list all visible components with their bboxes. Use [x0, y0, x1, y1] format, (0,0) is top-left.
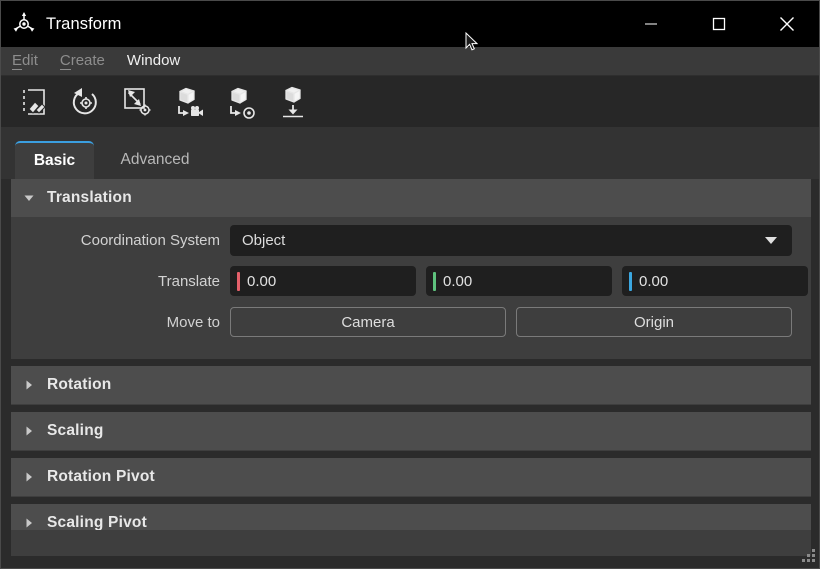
title-bar: Transform	[1, 1, 819, 47]
menu-item-edit[interactable]: Edit	[1, 47, 49, 75]
coordination-system-label: Coordination System	[80, 231, 220, 249]
menu-item-window[interactable]: Window	[116, 47, 191, 75]
menu-bar: Edit Create Window	[1, 47, 819, 76]
coordination-system-value: Object	[242, 231, 286, 249]
rotate-about-pivot-icon	[72, 87, 97, 114]
translate-z-value: 0.00	[639, 272, 669, 290]
section-divider	[11, 497, 811, 504]
section-divider	[11, 359, 811, 366]
scale-about-pivot-icon	[124, 87, 151, 115]
section-header-rotation[interactable]: Rotation	[11, 366, 811, 404]
toolbar	[1, 76, 819, 127]
move-to-camera-button[interactable]: Camera	[230, 307, 506, 337]
window-title: Transform	[46, 14, 122, 33]
close-icon	[780, 17, 794, 31]
tab-basic-label: Basic	[33, 152, 76, 169]
row-coordination-system: Coordination System Object	[11, 224, 811, 256]
minimize-icon	[645, 23, 657, 25]
move-to-origin-button[interactable]: Origin	[516, 307, 792, 337]
section-title-rotation: Rotation	[47, 376, 112, 393]
coordination-system-select[interactable]: Object	[230, 224, 792, 256]
chevron-right-icon	[11, 516, 47, 530]
mirror-transform-icon	[23, 88, 46, 115]
chevron-right-icon	[11, 424, 47, 438]
tab-strip: Basic Advanced	[1, 127, 819, 179]
minimize-button[interactable]	[617, 1, 685, 47]
toolbar-button-move-to-camera[interactable]	[163, 80, 215, 124]
section-body-translation: Coordination System Object Translate 0.0…	[11, 218, 811, 359]
section-title-translation: Translation	[47, 189, 132, 206]
drop-object-icon	[283, 86, 303, 117]
chevron-down-icon	[764, 225, 778, 256]
toolbar-button-rotate[interactable]	[59, 80, 111, 124]
toolbar-button-move-to-origin[interactable]	[215, 80, 267, 124]
translate-x-value: 0.00	[247, 272, 277, 290]
transform-window: Transform Edit Create Window Basic Advan…	[0, 0, 820, 569]
section-header-translation[interactable]: Translation	[11, 179, 811, 217]
chevron-right-icon	[11, 378, 47, 392]
section-divider	[11, 451, 811, 458]
properties-panel: Translation Coordination System Object T…	[11, 179, 811, 556]
translate-y-value: 0.00	[443, 272, 473, 290]
toolbar-button-drop-object[interactable]	[267, 80, 319, 124]
tab-basic[interactable]: Basic	[15, 141, 94, 179]
translate-y-input[interactable]: 0.00	[426, 266, 612, 296]
chevron-down-icon	[11, 191, 47, 205]
section-header-rotation-pivot[interactable]: Rotation Pivot	[11, 458, 811, 496]
maximize-button[interactable]	[685, 1, 753, 47]
close-button[interactable]	[753, 1, 819, 47]
transform-gizmo-icon	[13, 12, 35, 32]
row-translate: Translate 0.00 0.00 0.00	[11, 265, 811, 297]
translate-z-input[interactable]: 0.00	[622, 266, 808, 296]
translate-x-input[interactable]: 0.00	[230, 266, 416, 296]
toolbar-button-mirror[interactable]	[7, 80, 59, 124]
section-header-scaling[interactable]: Scaling	[11, 412, 811, 450]
move-object-to-camera-icon	[178, 87, 203, 116]
panel-filler	[11, 530, 811, 556]
section-title-scaling: Scaling	[47, 422, 104, 439]
move-object-to-origin-icon	[230, 87, 255, 119]
section-divider	[11, 405, 811, 412]
maximize-icon	[712, 17, 726, 31]
resize-grip-icon[interactable]	[800, 549, 815, 564]
move-to-label: Move to	[166, 313, 220, 331]
row-move-to: Move to Camera Origin	[11, 306, 811, 338]
tab-advanced-label: Advanced	[120, 151, 190, 168]
translate-label: Translate	[158, 272, 220, 290]
chevron-right-icon	[11, 470, 47, 484]
window-controls	[617, 1, 819, 47]
tab-advanced[interactable]: Advanced	[101, 141, 209, 179]
toolbar-button-scale[interactable]	[111, 80, 163, 124]
section-title-rotation-pivot: Rotation Pivot	[47, 468, 155, 485]
menu-item-create[interactable]: Create	[49, 47, 116, 75]
